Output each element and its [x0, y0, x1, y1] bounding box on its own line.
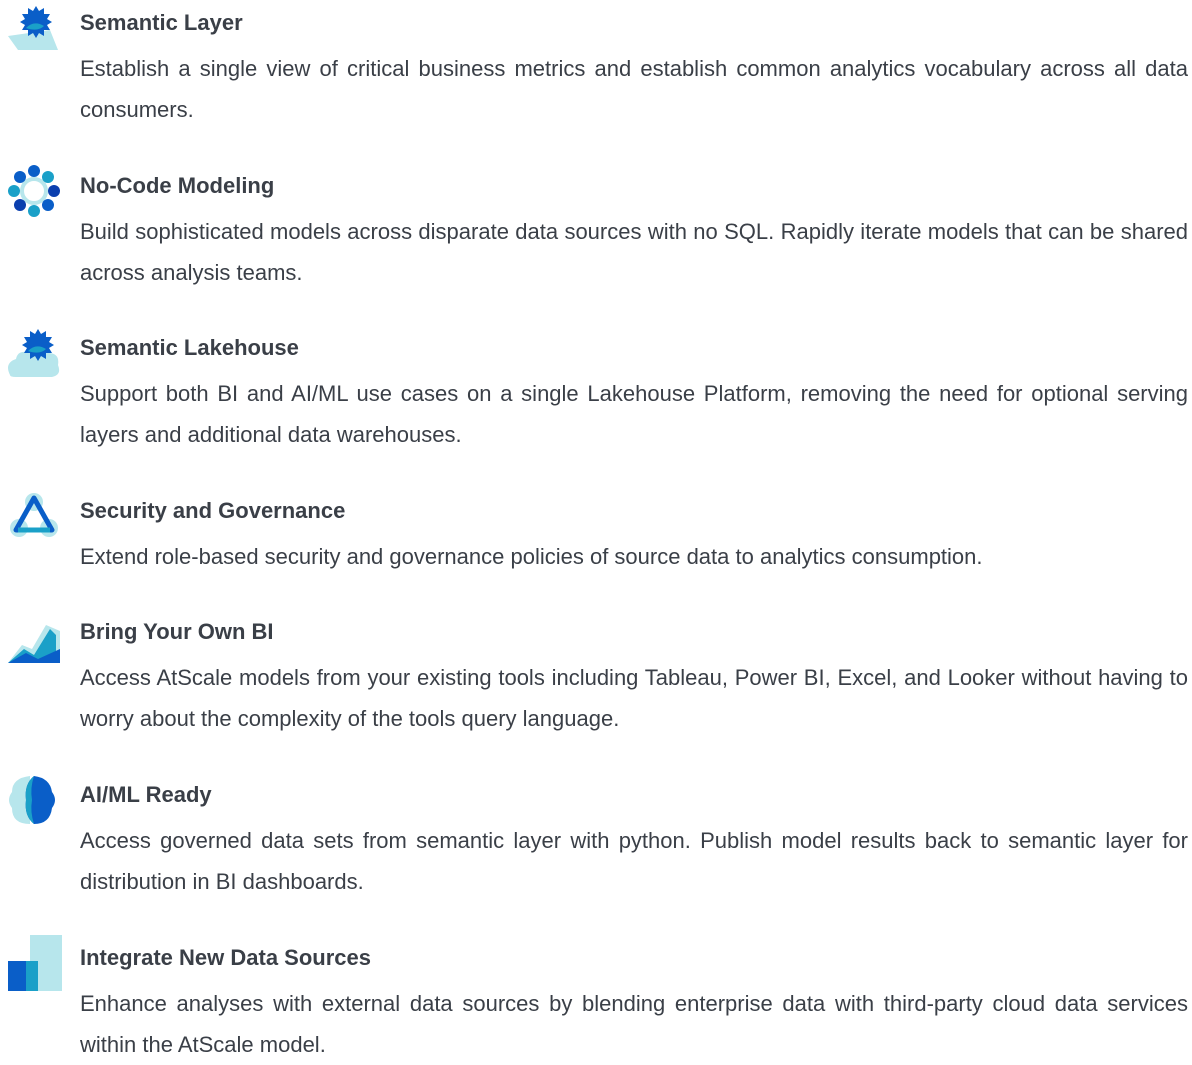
feature-title: Bring Your Own BI	[80, 619, 274, 644]
no-code-modeling-icon	[6, 163, 62, 219]
bring-your-own-bi-icon	[6, 609, 62, 665]
semantic-layer-icon	[6, 0, 62, 56]
ai-ml-ready-icon	[6, 772, 62, 828]
integrate-data-sources-icon	[6, 935, 62, 991]
feature-title: Semantic Lakehouse	[80, 335, 299, 360]
feature-title: Semantic Layer	[80, 10, 243, 35]
feature-description: Build sophisticated models across dispar…	[80, 219, 1188, 285]
semantic-lakehouse-icon	[6, 325, 62, 381]
feature-title: Integrate New Data Sources	[80, 945, 371, 970]
feature-description: Access governed data sets from semantic …	[80, 828, 1188, 894]
feature-title: AI/ML Ready	[80, 782, 212, 807]
security-governance-icon	[6, 488, 62, 544]
feature-title: No-Code Modeling	[80, 173, 275, 198]
feature-description: Support both BI and AI/ML use cases on a…	[80, 381, 1188, 447]
feature-description: Access AtScale models from your existing…	[80, 665, 1188, 731]
feature-title: Security and Governance	[80, 498, 346, 523]
feature-description: Extend role-based security and governanc…	[80, 544, 983, 569]
feature-description: Establish a single view of critical busi…	[80, 56, 1188, 122]
